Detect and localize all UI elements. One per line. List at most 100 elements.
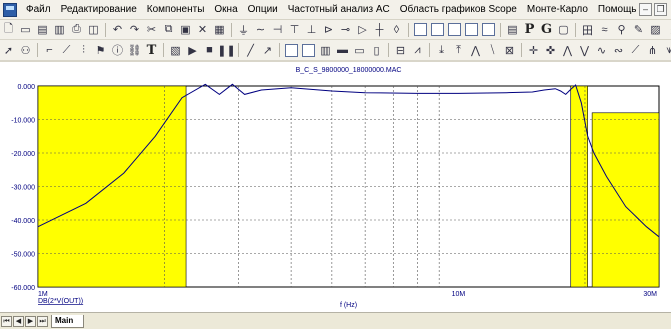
bus-icon[interactable]: ⫶ bbox=[76, 43, 91, 58]
peak-find-icon[interactable]: ⋀ bbox=[560, 43, 575, 58]
toolbar-row-1: 🗋 ▭ ▤ ▥ ⎙ ◫ ↶ ↷ ✂ ⧉ ▣ ✕ ▦ ⏚ ∼ ⊣ ⊤ ⊥ ⊳ ⊸ … bbox=[0, 20, 671, 40]
stop-icon[interactable]: ■ bbox=[202, 43, 217, 58]
global-g-button[interactable]: G bbox=[539, 22, 554, 37]
new-icon[interactable]: 🗋 bbox=[1, 22, 16, 37]
slope-icon[interactable]: ⧹ bbox=[485, 43, 500, 58]
frame-icon[interactable]: ▭ bbox=[352, 43, 367, 58]
grid-box-icon[interactable] bbox=[302, 43, 315, 57]
text-mode-button[interactable]: T bbox=[144, 43, 159, 58]
menu-ac-analysis[interactable]: Частотный анализ AC bbox=[283, 0, 395, 20]
diagonal-wire-icon[interactable]: ⟋ bbox=[59, 43, 74, 58]
component-mode-icon[interactable]: ⚇ bbox=[18, 43, 33, 58]
slope-find-icon[interactable]: ⟋ bbox=[628, 43, 643, 58]
menu-scope[interactable]: Область графиков Scope bbox=[395, 0, 522, 20]
property-p-button[interactable]: P bbox=[522, 22, 537, 37]
app-icon[interactable] bbox=[3, 2, 17, 17]
cursor-left-icon[interactable]: ⤓ bbox=[434, 43, 449, 58]
inflection-icon[interactable]: ⋔ bbox=[645, 43, 660, 58]
y-tick-label: -20.000 bbox=[11, 151, 35, 158]
bars-icon[interactable]: ▥ bbox=[318, 43, 333, 58]
menu-components[interactable]: Компоненты bbox=[142, 0, 210, 20]
save-icon[interactable]: ▤ bbox=[35, 22, 50, 37]
restore-button[interactable]: ❐ bbox=[654, 3, 667, 16]
separator bbox=[163, 43, 164, 57]
copy-icon[interactable]: ⧉ bbox=[161, 22, 176, 37]
valley-find-icon[interactable]: ⋁ bbox=[577, 43, 592, 58]
menu-edit[interactable]: Редактирование bbox=[56, 0, 142, 20]
menu-file[interactable]: Файл bbox=[21, 0, 56, 20]
flag-icon[interactable]: ⚑ bbox=[93, 43, 108, 58]
plus-cross-icon[interactable]: ✛ bbox=[526, 43, 541, 58]
window-cascade-icon[interactable] bbox=[448, 23, 461, 36]
menu-monte-carlo[interactable]: Монте-Карло bbox=[522, 0, 593, 20]
pen-icon[interactable]: ✎ bbox=[631, 22, 646, 37]
open-icon[interactable]: ▭ bbox=[18, 22, 33, 37]
redo-icon[interactable]: ↷ bbox=[127, 22, 142, 37]
prev-sheet-button[interactable]: ◀ bbox=[13, 315, 24, 327]
transistor-icon[interactable]: ⊸ bbox=[338, 22, 353, 37]
print-preview-icon[interactable]: ◫ bbox=[86, 22, 101, 37]
filled-box-icon[interactable]: ▬ bbox=[335, 43, 350, 58]
tag-icon[interactable]: ⊠ bbox=[502, 43, 517, 58]
separator bbox=[500, 22, 501, 37]
line-icon[interactable]: ╱ bbox=[243, 43, 258, 58]
minimize-button[interactable]: – bbox=[639, 3, 652, 16]
window-double-icon[interactable] bbox=[482, 23, 495, 36]
collapse-icon[interactable]: ⊟ bbox=[393, 43, 408, 58]
resistor-icon[interactable]: ⏚ bbox=[236, 22, 251, 37]
separator bbox=[279, 43, 280, 57]
table-icon[interactable]: 田 bbox=[580, 22, 595, 37]
wire-mode-icon[interactable]: ⌐ bbox=[42, 43, 57, 58]
print-icon[interactable]: ⎙ bbox=[69, 22, 84, 37]
undo-icon[interactable]: ↶ bbox=[110, 22, 125, 37]
paste-icon[interactable]: ▣ bbox=[178, 22, 193, 37]
x-tick-label: 1M bbox=[38, 291, 48, 298]
pause-icon[interactable]: ❚❚ bbox=[217, 43, 235, 58]
save-all-icon[interactable]: ▥ bbox=[52, 22, 67, 37]
window-single-icon[interactable] bbox=[465, 23, 478, 36]
next-sheet-button[interactable]: ▶ bbox=[25, 315, 36, 327]
link-icon[interactable]: ⛓ bbox=[127, 43, 142, 58]
arrow-line-icon[interactable]: ↗ bbox=[260, 43, 275, 58]
separator bbox=[388, 43, 389, 57]
subscript-icon[interactable]: ₓ bbox=[665, 22, 671, 37]
info-icon[interactable]: ⓘ bbox=[110, 43, 125, 58]
tab-main[interactable]: Main bbox=[51, 314, 85, 328]
window-split-icon[interactable] bbox=[431, 23, 444, 36]
rectangle-icon[interactable] bbox=[285, 43, 298, 57]
menu-help[interactable]: Помощь bbox=[593, 0, 642, 20]
menu-windows[interactable]: Окна bbox=[209, 0, 242, 20]
cursor-right-icon[interactable]: ⤒ bbox=[451, 43, 466, 58]
window-tile-icon[interactable] bbox=[414, 23, 427, 36]
inductor-icon[interactable]: ⊣ bbox=[270, 22, 285, 37]
select-arrow-icon[interactable]: ➚ bbox=[1, 43, 16, 58]
wave-icon[interactable]: ≈ bbox=[597, 22, 612, 37]
menu-options[interactable]: Опции bbox=[243, 0, 283, 20]
columns-icon[interactable]: ▯ bbox=[369, 43, 384, 58]
ground-icon[interactable]: ⊤ bbox=[287, 22, 302, 37]
peak-icon[interactable]: ⋀ bbox=[468, 43, 483, 58]
image-icon[interactable]: ▨ bbox=[648, 22, 663, 37]
high-find-icon[interactable]: ∿ bbox=[594, 43, 609, 58]
wire-icon[interactable]: ┼ bbox=[372, 22, 387, 37]
chart-icon[interactable]: ⩘ bbox=[410, 43, 425, 58]
global-low-icon[interactable]: ⩛ bbox=[662, 43, 671, 58]
plot-area[interactable]: B_C_S_9800000_18000000.MAC 0.000 -10.000 -2… bbox=[0, 62, 671, 312]
grid-icon[interactable]: ▦ bbox=[212, 22, 227, 37]
capacitor-icon[interactable]: ∼ bbox=[253, 22, 268, 37]
last-sheet-button[interactable]: ⏭ bbox=[37, 315, 48, 327]
source-icon[interactable]: ⊥ bbox=[304, 22, 319, 37]
page-icon[interactable]: ▢ bbox=[556, 22, 571, 37]
run-icon[interactable]: ▶ bbox=[185, 43, 200, 58]
node-icon[interactable]: ◊ bbox=[389, 22, 404, 37]
calculator-icon[interactable]: ▤ bbox=[505, 22, 520, 37]
low-find-icon[interactable]: ∾ bbox=[611, 43, 626, 58]
opamp-icon[interactable]: ▷ bbox=[355, 22, 370, 37]
double-cross-icon[interactable]: ✜ bbox=[543, 43, 558, 58]
picture-icon[interactable]: ▧ bbox=[168, 43, 183, 58]
delete-icon[interactable]: ✕ bbox=[195, 22, 210, 37]
probe-icon[interactable]: ⚲ bbox=[614, 22, 629, 37]
first-sheet-button[interactable]: ⏮ bbox=[1, 315, 12, 327]
cut-icon[interactable]: ✂ bbox=[144, 22, 159, 37]
diode-icon[interactable]: ⊳ bbox=[321, 22, 336, 37]
